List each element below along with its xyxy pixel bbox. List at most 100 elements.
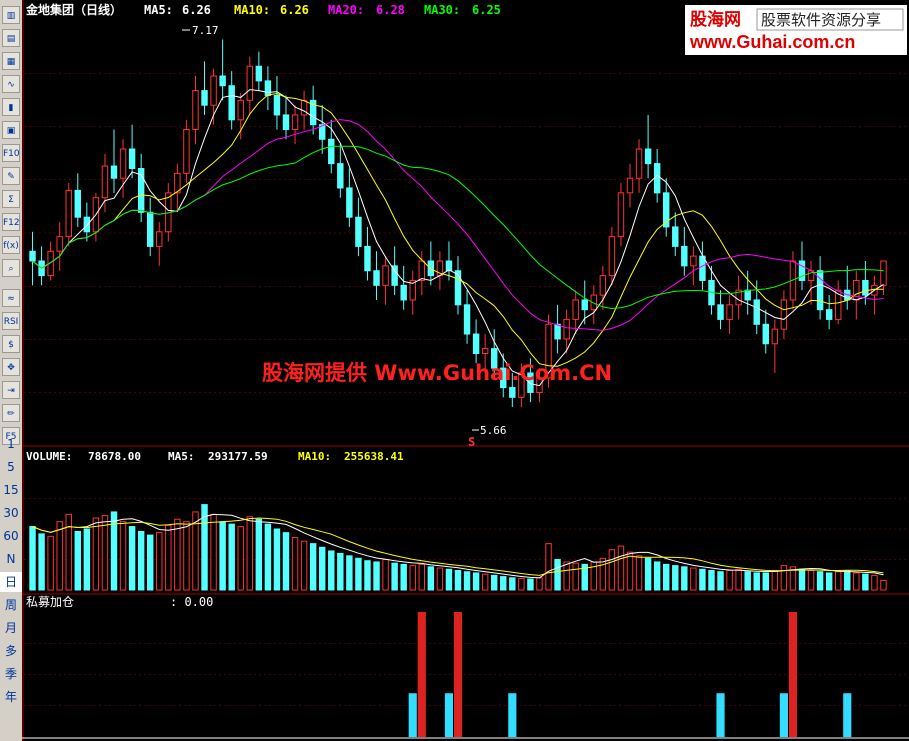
- ma10-value: 6.26: [280, 3, 309, 17]
- volume-bar: [255, 518, 263, 591]
- volume-bar: [300, 540, 308, 591]
- volume-bar: [708, 569, 715, 591]
- period-N[interactable]: N: [0, 549, 22, 569]
- ma20-label: MA20:: [328, 3, 364, 17]
- candle-body: [617, 192, 625, 238]
- candle-body: [219, 75, 226, 87]
- volume-bar: [681, 566, 688, 591]
- candle-body: [608, 236, 616, 277]
- volume-bar: [644, 557, 652, 591]
- low-price-label: 5.66: [480, 424, 507, 437]
- volume-bar: [219, 521, 226, 591]
- formula-icon[interactable]: Σ: [2, 190, 20, 208]
- volume-bar: [391, 562, 398, 591]
- line-chart-icon[interactable]: ∿: [2, 75, 20, 93]
- notes-icon[interactable]: ✎: [2, 167, 20, 185]
- period-季[interactable]: 季: [0, 664, 22, 684]
- candle-body: [699, 255, 706, 281]
- volume-bar: [608, 549, 616, 591]
- period-年[interactable]: 年: [0, 687, 22, 707]
- period-1[interactable]: 1: [0, 434, 22, 454]
- volume-bar: [101, 515, 109, 591]
- volume-bar: [156, 532, 163, 591]
- period-多[interactable]: 多: [0, 641, 22, 661]
- bars-icon[interactable]: ▮: [2, 98, 20, 116]
- period-60[interactable]: 60: [0, 526, 22, 546]
- candle-body: [581, 299, 588, 311]
- volume-bar: [481, 573, 489, 591]
- candle-body: [481, 348, 489, 354]
- volume-bar: [762, 572, 770, 591]
- indicator-blue-bar: [779, 693, 788, 737]
- volume-bar: [662, 563, 670, 591]
- candle-body: [291, 114, 299, 131]
- volume-bar: [744, 571, 751, 591]
- volume-bar: [228, 523, 235, 591]
- candle-body: [418, 260, 426, 281]
- f12-icon[interactable]: F12: [2, 213, 20, 231]
- period-30[interactable]: 30: [0, 503, 22, 523]
- candle-body: [391, 265, 398, 286]
- table-icon[interactable]: ▤: [2, 29, 20, 47]
- period-5[interactable]: 5: [0, 457, 22, 477]
- candle-body: [717, 304, 724, 320]
- dollar-icon[interactable]: $: [2, 335, 20, 353]
- candle-body: [337, 163, 344, 189]
- ma5-label: MA5:: [144, 3, 173, 17]
- volume-bar: [128, 526, 136, 591]
- volume-bar: [536, 577, 543, 591]
- candle-body: [192, 90, 199, 131]
- wave-icon[interactable]: ≈: [2, 289, 20, 307]
- f10-icon[interactable]: F10: [2, 144, 20, 162]
- volume-bar: [174, 518, 181, 591]
- volume-bar: [418, 563, 426, 591]
- search-icon[interactable]: ⌕: [2, 259, 20, 277]
- volume-ma5-value: 293177.59: [208, 450, 268, 463]
- period-月[interactable]: 月: [0, 618, 22, 638]
- volume-bar: [355, 557, 362, 591]
- volume-bar: [445, 568, 453, 591]
- volume-bar: [871, 574, 878, 591]
- candle-body: [201, 90, 208, 106]
- volume-bar: [463, 571, 471, 591]
- volume-bar: [672, 565, 679, 591]
- export-icon[interactable]: ⇥: [2, 381, 20, 399]
- volume-bar: [237, 526, 244, 591]
- period-15[interactable]: 15: [0, 480, 22, 500]
- candle-body: [463, 304, 471, 335]
- move-icon[interactable]: ✥: [2, 358, 20, 376]
- candle-body: [183, 129, 190, 174]
- volume-bar: [183, 521, 190, 591]
- candle-body: [690, 255, 697, 267]
- candle-body: [156, 231, 163, 247]
- volume-bar: [454, 569, 462, 591]
- volume-bar: [318, 546, 326, 591]
- candle-body: [400, 284, 407, 301]
- candle-body: [744, 289, 751, 301]
- candle-body: [563, 318, 570, 340]
- logo-slogan: 股票软件资源分享: [761, 11, 881, 29]
- volume-bar: [409, 565, 416, 591]
- candle-body: [128, 148, 136, 169]
- volume-bar: [771, 569, 779, 591]
- period-日[interactable]: 日: [0, 572, 22, 592]
- candle-body: [346, 187, 353, 218]
- volume-bar: [337, 552, 344, 591]
- volume-bar: [853, 572, 860, 591]
- volume-bar: [834, 571, 842, 591]
- volume-bar: [92, 517, 100, 591]
- candle-body: [146, 211, 154, 247]
- function-icon[interactable]: f(x): [2, 236, 20, 254]
- candle-body: [83, 216, 91, 233]
- candle-body: [880, 260, 887, 286]
- grid-icon[interactable]: ▦: [2, 52, 20, 70]
- rsi-icon[interactable]: RSI: [2, 312, 20, 330]
- volume-bar: [635, 555, 643, 591]
- volume-bar: [146, 534, 154, 591]
- pencil-icon[interactable]: ✏: [2, 404, 20, 422]
- volume-bar: [400, 563, 407, 591]
- candlestick-icon[interactable]: ▥: [2, 6, 20, 24]
- layers-icon[interactable]: ▣: [2, 121, 20, 139]
- volume-bar: [74, 530, 82, 591]
- period-周[interactable]: 周: [0, 595, 22, 615]
